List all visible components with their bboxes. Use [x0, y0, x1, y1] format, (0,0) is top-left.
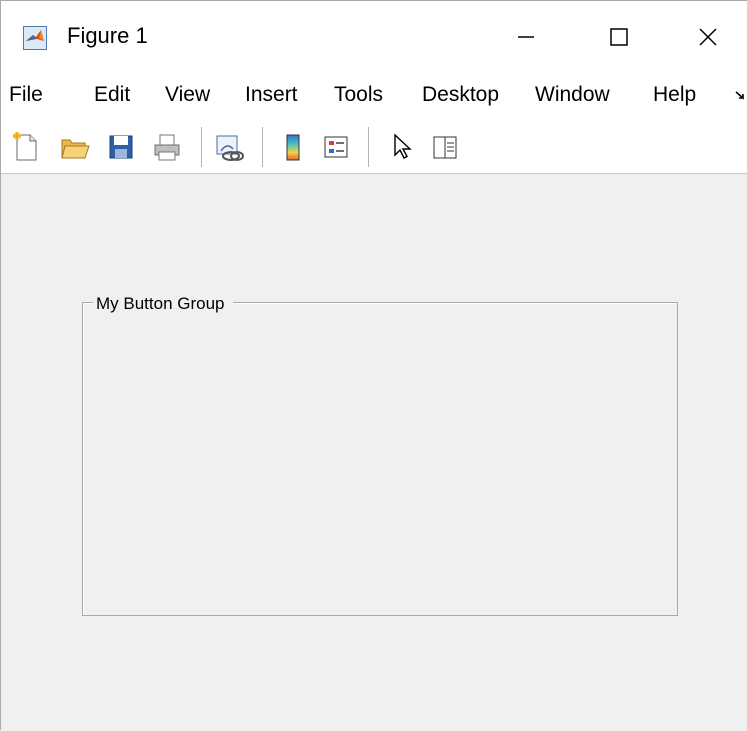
link-plot-icon[interactable] [213, 131, 245, 163]
maximize-button[interactable] [574, 1, 664, 73]
menu-file[interactable]: File [9, 83, 43, 107]
open-file-icon[interactable] [59, 131, 91, 163]
toolbar-separator [201, 127, 202, 167]
print-figure-icon[interactable] [151, 131, 183, 163]
minimize-button[interactable] [481, 1, 571, 73]
menu-window[interactable]: Window [535, 83, 610, 107]
insert-colorbar-icon[interactable] [277, 131, 309, 163]
figure-canvas: My Button Group [1, 174, 747, 731]
figure-window: Figure 1 File Edit View Insert Tools Des… [0, 0, 747, 731]
toolbar-separator [368, 127, 369, 167]
close-icon [699, 28, 717, 46]
menu-insert[interactable]: Insert [245, 83, 298, 107]
title-bar[interactable]: Figure 1 [1, 1, 747, 73]
close-button[interactable] [663, 1, 747, 73]
insert-legend-icon[interactable] [320, 131, 352, 163]
maximize-icon [610, 28, 628, 46]
save-figure-icon[interactable] [105, 131, 137, 163]
menu-edit[interactable]: Edit [94, 83, 130, 107]
toolbar-separator [262, 127, 263, 167]
window-title: Figure 1 [67, 23, 148, 48]
button-group-panel [82, 302, 678, 616]
open-property-inspector-icon[interactable] [429, 131, 461, 163]
matlab-logo-icon [23, 26, 47, 50]
new-figure-icon[interactable] [10, 131, 42, 163]
button-group-title: My Button Group [93, 294, 233, 314]
minimize-icon [518, 36, 534, 38]
menu-view[interactable]: View [165, 83, 210, 107]
menu-desktop[interactable]: Desktop [422, 83, 499, 107]
menu-tools[interactable]: Tools [334, 83, 383, 107]
menu-help[interactable]: Help [653, 83, 696, 107]
menu-bar: File Edit View Insert Tools Desktop Wind… [1, 73, 747, 121]
edit-plot-pointer-icon[interactable] [387, 131, 419, 163]
menu-overflow-icon[interactable] [735, 89, 747, 103]
figure-toolbar [1, 121, 747, 174]
